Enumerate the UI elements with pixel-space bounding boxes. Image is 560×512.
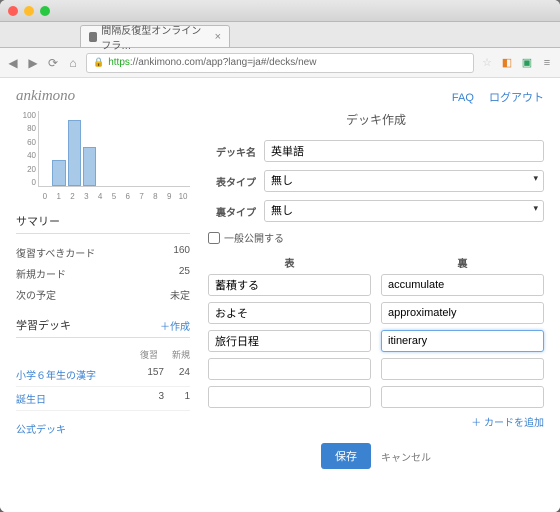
deck-name-label: デッキ名	[208, 144, 264, 159]
card-front-input[interactable]	[208, 302, 371, 324]
address-bar[interactable]: 🔒 https ://ankimono.com/app?lang=ja#/dec…	[86, 53, 474, 73]
extension-icon-2[interactable]: ▣	[520, 56, 534, 70]
summary-row: 復習すべきカード160	[16, 242, 190, 263]
card-front-input[interactable]	[208, 386, 371, 408]
decks-heading: 学習デッキ ＋作成	[16, 317, 190, 338]
card-front-input[interactable]	[208, 330, 371, 352]
front-col-header: 表	[208, 255, 371, 274]
favicon	[89, 32, 97, 42]
reload-button[interactable]: ⟳	[46, 56, 60, 70]
forward-button[interactable]: ▶	[26, 56, 40, 70]
tab-title: 間隔反復型オンラインフラ…	[101, 22, 208, 52]
browser-tabbar: 間隔反復型オンラインフラ… ×	[0, 22, 560, 48]
col-review: 復習	[140, 348, 158, 361]
page-title: デッキ作成	[208, 111, 544, 128]
window-titlebar	[0, 0, 560, 22]
review-chart: 100806040200 012345678910	[16, 111, 190, 201]
lock-icon: 🔒	[93, 57, 104, 68]
url-scheme: https	[108, 57, 130, 68]
url-rest: ://ankimono.com/app?lang=ja#/decks/new	[130, 57, 317, 68]
browser-tab[interactable]: 間隔反復型オンラインフラ… ×	[80, 25, 230, 47]
card-row	[208, 386, 544, 408]
card-front-input[interactable]	[208, 274, 371, 296]
back-type-label: 裏タイプ	[208, 204, 264, 219]
maximize-window-button[interactable]	[40, 6, 50, 16]
card-front-input[interactable]	[208, 358, 371, 380]
card-row	[208, 330, 544, 352]
add-card-link[interactable]: ＋ カードを追加	[471, 418, 544, 429]
logout-link[interactable]: ログアウト	[489, 92, 544, 104]
deck-name-input[interactable]	[264, 140, 544, 162]
summary-heading: サマリー	[16, 213, 190, 234]
card-back-input[interactable]	[381, 386, 544, 408]
star-icon[interactable]: ☆	[480, 56, 494, 70]
summary-row: 新規カード25	[16, 263, 190, 284]
create-deck-link[interactable]: ＋作成	[160, 318, 190, 333]
front-type-select[interactable]: 無し	[264, 170, 544, 192]
card-back-input[interactable]	[381, 302, 544, 324]
close-tab-icon[interactable]: ×	[215, 31, 221, 43]
card-row	[208, 358, 544, 380]
card-row	[208, 274, 544, 296]
col-new: 新規	[172, 348, 190, 361]
deck-row[interactable]: 小学６年生の漢字15724	[16, 363, 190, 387]
close-window-button[interactable]	[8, 6, 18, 16]
faq-link[interactable]: FAQ	[452, 92, 474, 104]
browser-toolbar: ◀ ▶ ⟳ ⌂ 🔒 https ://ankimono.com/app?lang…	[0, 48, 560, 78]
save-button[interactable]: 保存	[321, 443, 371, 469]
front-type-label: 表タイプ	[208, 174, 264, 189]
minimize-window-button[interactable]	[24, 6, 34, 16]
back-col-header: 裏	[381, 255, 544, 274]
card-row	[208, 302, 544, 324]
cancel-link[interactable]: キャンセル	[381, 449, 431, 464]
public-label: 一般公開する	[224, 230, 284, 245]
back-type-select[interactable]: 無し	[264, 200, 544, 222]
card-back-input[interactable]	[381, 330, 544, 352]
official-decks-link[interactable]: 公式デッキ	[16, 421, 66, 436]
brand-logo[interactable]: ankimono	[16, 88, 75, 105]
card-back-input[interactable]	[381, 274, 544, 296]
home-button[interactable]: ⌂	[66, 56, 80, 70]
deck-row[interactable]: 誕生日31	[16, 387, 190, 411]
menu-icon[interactable]: ≡	[540, 56, 554, 70]
back-button[interactable]: ◀	[6, 56, 20, 70]
public-checkbox[interactable]	[208, 232, 220, 244]
summary-row: 次の予定未定	[16, 284, 190, 305]
card-back-input[interactable]	[381, 358, 544, 380]
extension-icon-1[interactable]: ◧	[500, 56, 514, 70]
